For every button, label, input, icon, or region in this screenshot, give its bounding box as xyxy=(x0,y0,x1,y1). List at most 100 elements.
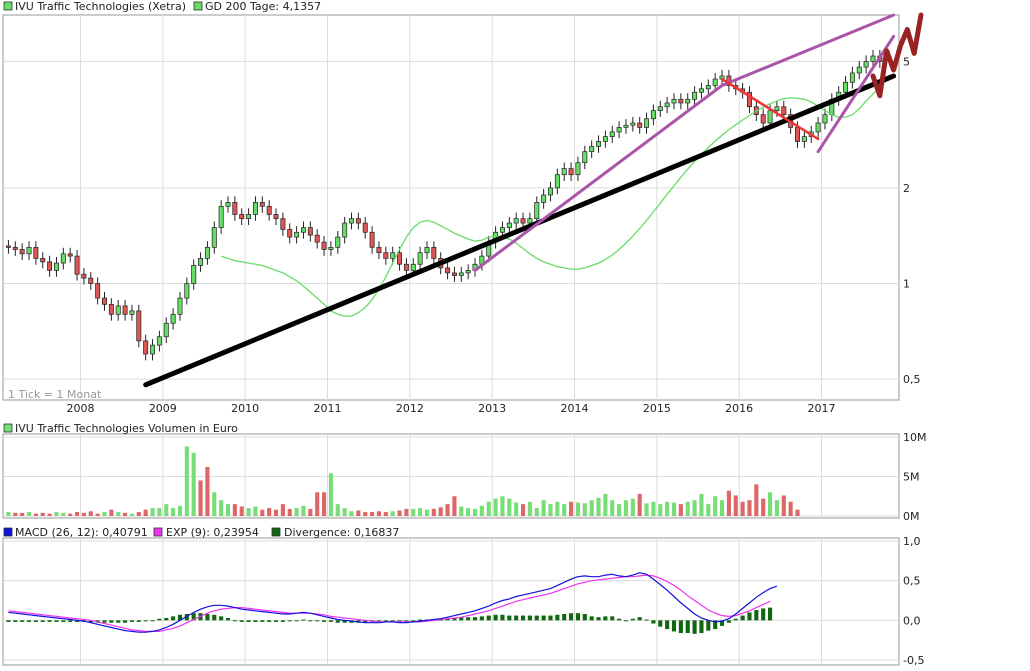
candle-up xyxy=(198,258,204,266)
divergence-bar xyxy=(205,613,210,621)
volume-bar-up xyxy=(466,508,471,516)
candle-down xyxy=(47,261,53,271)
divergence-bar xyxy=(541,615,546,621)
volume-bar-up xyxy=(617,504,622,516)
volume-bar-down xyxy=(315,492,320,516)
x-tick-label: 2015 xyxy=(643,402,671,415)
candle-down xyxy=(321,241,327,250)
divergence-bar xyxy=(267,620,272,622)
divergence-bar xyxy=(157,618,162,621)
candle-up xyxy=(705,85,711,90)
volume-bar-up xyxy=(589,500,594,516)
volume-bar-down xyxy=(678,504,683,516)
candle-up xyxy=(561,168,567,176)
divergence-bar xyxy=(493,614,498,621)
divergence-bar xyxy=(651,620,656,624)
candle-up xyxy=(609,131,615,137)
candle-down xyxy=(376,246,382,254)
price-y-tick-label: 1 xyxy=(903,278,910,291)
divergence-bar xyxy=(129,620,134,622)
candle-up xyxy=(156,336,162,346)
candle-up xyxy=(211,227,217,248)
volume-bar-up xyxy=(651,501,656,516)
candle-up xyxy=(410,263,416,271)
candle-up xyxy=(863,61,869,68)
volume-bar-down xyxy=(198,480,203,516)
divergence-bar xyxy=(47,620,52,622)
divergence-bar xyxy=(68,620,73,622)
candle-up xyxy=(589,146,595,153)
candle-down xyxy=(143,340,149,355)
candle-up xyxy=(499,227,505,233)
volume-bar-up xyxy=(328,473,333,516)
divergence-bar xyxy=(603,616,608,621)
divergence-bar xyxy=(555,614,560,621)
volume-bar-up xyxy=(699,493,704,516)
volume-bar-down xyxy=(397,510,402,516)
volume-bar-down xyxy=(740,501,745,516)
divergence-bar xyxy=(726,620,731,623)
candle-up xyxy=(328,246,334,250)
volume-bar-down xyxy=(569,501,574,516)
divergence-bar xyxy=(589,616,594,621)
volume-bar-down xyxy=(376,511,382,516)
volume-bar-down xyxy=(88,511,93,516)
divergence-bar xyxy=(116,620,121,623)
volume-bar-up xyxy=(719,500,725,516)
volume-bar-up xyxy=(706,504,711,516)
volume-bar-up xyxy=(665,501,670,516)
macd-y-tick-label: 0,5 xyxy=(903,575,921,588)
gd-legend-swatch xyxy=(193,1,203,11)
volume-bar-up xyxy=(582,503,587,516)
volume-bar-up xyxy=(493,498,498,516)
candle-down xyxy=(355,218,361,224)
volume-bar-up xyxy=(411,508,416,516)
candle-down xyxy=(95,283,101,299)
trendline-black xyxy=(143,73,897,388)
candle-up xyxy=(513,218,519,224)
candle-up xyxy=(129,310,135,315)
candle-up xyxy=(60,253,66,264)
candle-up xyxy=(465,270,471,274)
candle-up xyxy=(218,205,224,228)
volume-bar-down xyxy=(13,512,18,516)
divergence-bar xyxy=(123,620,128,623)
divergence-bar xyxy=(733,618,738,621)
divergence-bar xyxy=(658,620,663,627)
candle-up xyxy=(849,72,855,83)
candle-up xyxy=(801,136,807,142)
candle-down xyxy=(637,122,643,128)
divergence-bar xyxy=(390,620,395,622)
divergence-bar xyxy=(294,620,299,622)
volume-bar-up xyxy=(61,512,66,516)
macd-y-tick-label: 1,0 xyxy=(903,535,921,548)
divergence-bar xyxy=(383,620,388,622)
price-panel-frame xyxy=(2,14,900,401)
volume-bar-up xyxy=(212,492,217,516)
divergence-bar xyxy=(260,620,265,622)
volume-bar-up xyxy=(459,506,464,516)
x-tick-label: 2012 xyxy=(396,402,424,415)
divergence-bar xyxy=(6,620,11,622)
divergence-bar xyxy=(768,607,773,621)
candle-down xyxy=(397,252,403,265)
candle-up xyxy=(548,187,553,196)
candle-up xyxy=(582,151,588,164)
divergence-bar xyxy=(404,620,409,622)
volume-bar-down xyxy=(452,496,457,516)
candle-down xyxy=(273,214,279,220)
volume-bar-up xyxy=(150,508,155,516)
divergence-bar xyxy=(500,614,505,621)
divergence-bar xyxy=(219,616,224,621)
candle-down xyxy=(568,168,574,176)
candle-up xyxy=(623,124,629,128)
candle-up xyxy=(644,118,650,128)
candle-down xyxy=(259,202,265,207)
volume-bar-up xyxy=(562,504,567,516)
divergence-bar xyxy=(20,620,25,622)
macd-panel-frame xyxy=(2,537,900,666)
divergence-bar xyxy=(486,615,491,621)
volume-bar-up xyxy=(630,498,635,516)
candle-down xyxy=(33,246,39,259)
volume-bar-up xyxy=(527,501,532,516)
